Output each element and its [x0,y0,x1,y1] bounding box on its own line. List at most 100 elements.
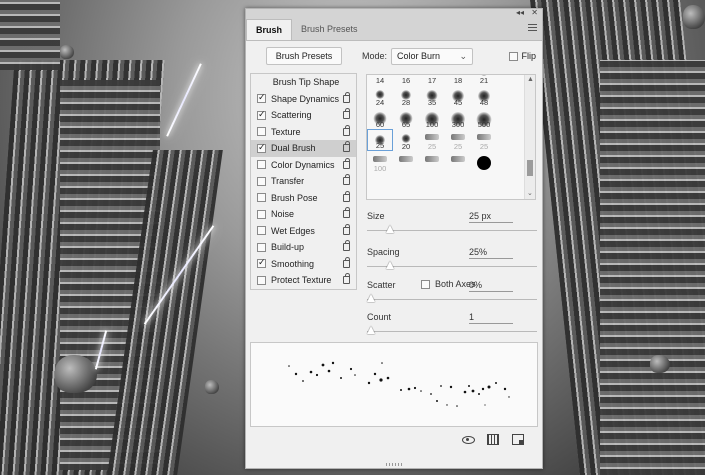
eye-icon[interactable] [462,434,475,445]
count-slider-knob[interactable] [367,326,375,334]
settings-checkbox[interactable] [257,226,266,236]
settings-item-wet-edges[interactable]: Wet Edges [251,223,356,240]
settings-item-label: Shape Dynamics [271,93,340,104]
count-slider-track[interactable] [367,331,537,332]
settings-item-scattering[interactable]: Scattering [251,107,356,124]
spacing-value-field[interactable]: 25% [469,247,513,259]
brush-tip-swatch[interactable]: 25 [445,129,471,151]
mode-dropdown[interactable]: Color Burn ⌄ [391,47,474,65]
lock-icon[interactable] [343,240,350,251]
settings-item-transfer[interactable]: Transfer [251,173,356,190]
lock-icon[interactable] [343,157,350,169]
lock-icon[interactable] [343,124,350,136]
panel-footer-icons [462,434,524,445]
brush-tip-swatch[interactable]: 300 [445,107,471,129]
brush-tip-swatch[interactable]: 35 [419,85,445,107]
scatter-slider-track[interactable] [367,299,537,300]
brush-tip-swatch[interactable]: 21 [471,75,497,85]
brush-tip-swatch[interactable]: 17 [419,75,445,85]
flip-checkbox[interactable] [509,51,519,61]
settings-item-shape-dynamics[interactable]: Shape Dynamics [251,91,356,108]
scroll-thumb[interactable] [527,160,533,176]
settings-checkbox[interactable] [257,127,266,137]
brush-tip-swatch[interactable]: 28 [393,85,419,107]
lock-icon[interactable] [343,174,350,185]
resize-grip[interactable] [386,463,402,466]
scroll-down-icon[interactable]: ⌄ [527,189,533,197]
brush-tip-swatch[interactable] [471,151,497,173]
brush-tip-swatch[interactable]: 48 [471,85,497,107]
lock-icon[interactable] [343,273,350,284]
brush-presets-button[interactable]: Brush Presets [266,47,342,65]
settings-checkbox[interactable] [257,257,266,269]
brush-tip-swatch[interactable] [419,151,445,173]
spacing-slider-knob[interactable] [385,261,394,269]
brush-tip-swatch[interactable]: 500 [471,107,497,129]
brush-tip-swatch[interactable]: 24 [367,85,393,107]
lock-icon[interactable] [343,91,350,103]
brush-tip-swatch[interactable]: 60 [367,107,393,129]
scroll-up-icon[interactable]: ▲ [527,76,534,83]
brush-tip-swatch[interactable]: 100 [419,107,445,129]
tab-brush[interactable]: Brush [246,19,293,40]
brush-stroke-preview [250,342,538,427]
size-label: Size [367,211,385,221]
size-slider-knob[interactable] [385,225,394,233]
size-value-field[interactable]: 25 px [469,211,513,223]
tab-brush-presets[interactable]: Brush Presets [292,19,367,40]
brush-tip-swatch[interactable]: 25 [471,129,497,151]
settings-checkbox[interactable] [257,109,266,120]
count-value-field[interactable]: 1 [469,312,513,324]
settings-checkbox[interactable] [257,176,266,186]
settings-item-color-dynamics[interactable]: Color Dynamics [251,157,356,174]
brush-tip-swatch[interactable]: 45 [445,85,471,107]
lock-icon[interactable] [343,141,350,152]
brush-tip-swatch[interactable]: 65 [393,107,419,129]
brush-tip-swatch[interactable]: 18 [445,75,471,85]
brush-tip-swatch[interactable]: 14 [367,75,393,85]
settings-checkbox[interactable] [257,275,266,285]
brush-tip-size: 25 [427,142,437,151]
brush-tip-swatch[interactable] [393,151,419,173]
lock-icon[interactable] [343,108,350,119]
settings-item-build-up[interactable]: Build-up [251,239,356,256]
lock-icon[interactable] [343,207,350,218]
new-brush-icon[interactable] [512,434,524,445]
settings-item-noise[interactable]: Noise [251,206,356,223]
stroke-tip-icon [477,134,491,140]
flip-control[interactable]: Flip [509,51,536,61]
settings-checkbox[interactable] [257,242,266,252]
settings-item-smoothing[interactable]: Smoothing [251,256,356,273]
brush-tip-size: 48 [479,98,489,107]
brush-tip-swatch[interactable]: 20 [393,129,419,151]
settings-checkbox[interactable] [257,160,266,170]
panel-title-bar[interactable]: ◂◂ ✕ [246,8,542,19]
settings-item-brush-pose[interactable]: Brush Pose [251,190,356,207]
brush-tip-swatch[interactable]: 25 [367,129,393,151]
brush-tip-size: 25 [453,142,463,151]
both-axes-checkbox[interactable] [421,279,430,289]
brush-tip-swatch[interactable]: 25 [419,129,445,151]
settings-item-brush-tip-shape[interactable]: Brush Tip Shape [251,74,356,91]
settings-item-texture[interactable]: Texture [251,124,356,141]
close-icon[interactable]: ✕ [531,8,538,17]
settings-item-dual-brush[interactable]: Dual Brush [251,140,356,157]
collapse-icon[interactable]: ◂◂ [516,8,524,17]
settings-item-protect-texture[interactable]: Protect Texture [251,272,356,289]
lock-icon[interactable] [343,223,350,235]
tip-grid-scrollbar[interactable]: ▲ ⌄ [524,75,535,199]
brush-tip-swatch[interactable] [445,151,471,173]
settings-checkbox[interactable] [257,92,266,104]
panel-menu-icon[interactable] [528,24,537,31]
grid-icon[interactable] [487,434,499,445]
scatter-slider-knob[interactable] [367,294,375,302]
both-axes-control[interactable]: Both Axes [421,279,476,289]
settings-checkbox[interactable] [257,193,266,203]
lock-icon[interactable] [343,190,350,202]
settings-checkbox[interactable] [257,209,266,219]
lock-icon[interactable] [343,256,350,268]
settings-checkbox[interactable] [257,142,266,153]
brush-tip-swatch[interactable]: 100 [367,151,393,173]
brush-tip-swatch[interactable]: 16 [393,75,419,85]
scatter-value-field[interactable]: 0% [469,280,513,292]
